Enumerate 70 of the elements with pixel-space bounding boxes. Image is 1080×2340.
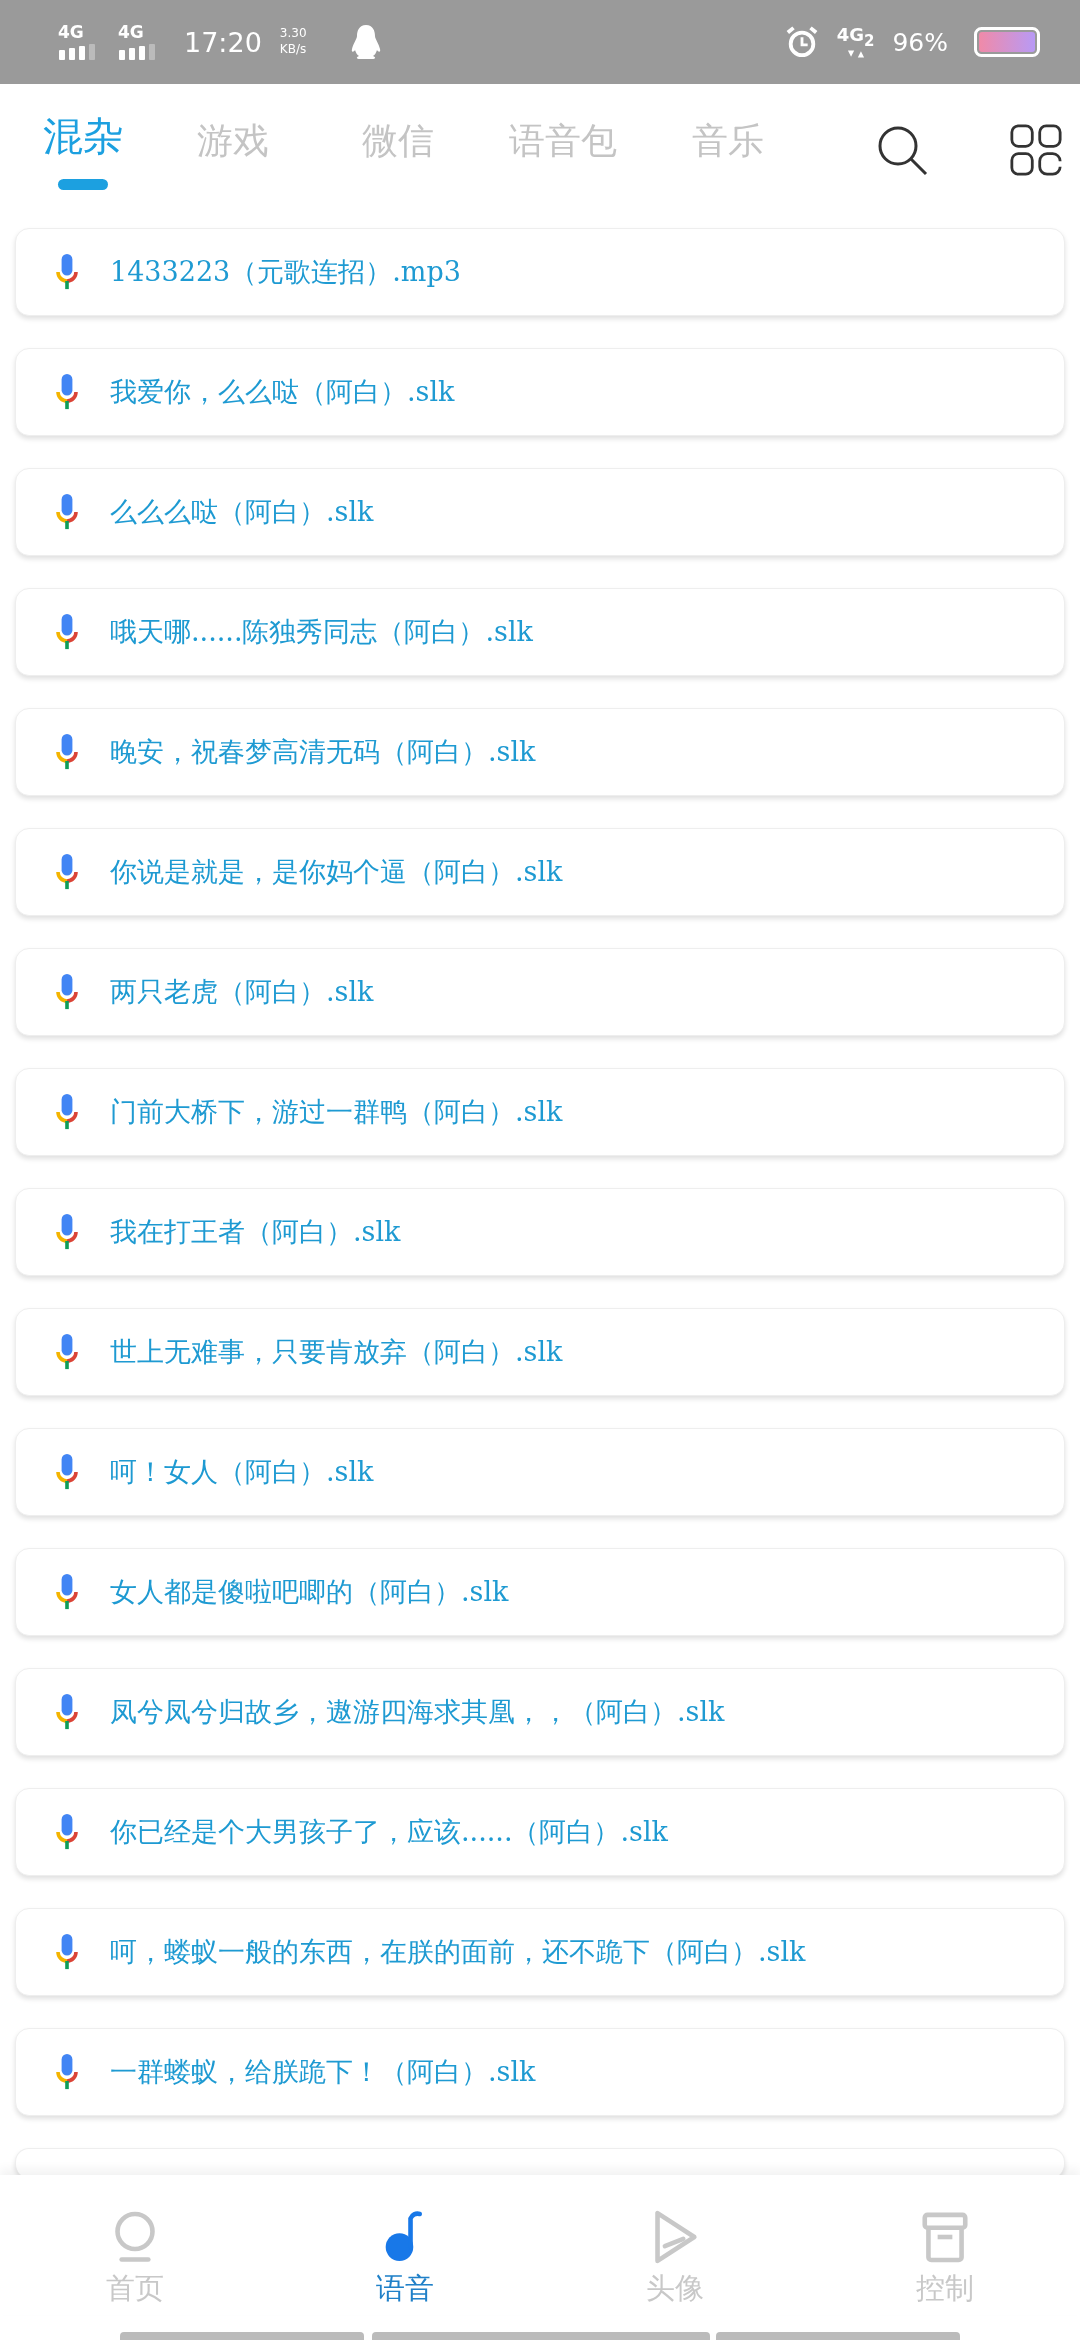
data-arrows-icon (846, 50, 865, 59)
voice-file-item[interactable]: 凤兮凤兮归故乡，遨游四海求其凰，，（阿白）.slk (15, 1668, 1065, 1756)
voice-file-item[interactable]: 你已经是个大男孩子了，应该......（阿白）.slk (15, 1788, 1065, 1876)
microphone-icon (56, 1574, 78, 1610)
category-tab[interactable]: 游戏 (150, 117, 315, 182)
clock: 17:20 (184, 26, 262, 58)
category-tab[interactable]: 音乐 (645, 117, 810, 182)
microphone-icon (56, 974, 78, 1010)
voice-file-item[interactable]: 两只老虎（阿白）.slk (15, 948, 1065, 1036)
voice-file-item[interactable]: 你说是就是，是你妈个逼（阿白）.slk (15, 828, 1065, 916)
microphone-icon (56, 614, 78, 650)
file-name: 呵！女人（阿白）.slk (110, 1455, 374, 1489)
grid-icon (1010, 123, 1062, 176)
voice-file-item[interactable]: 晚安，祝春梦高清无码（阿白）.slk (15, 708, 1065, 796)
microphone-icon (56, 854, 78, 890)
file-name: 凤兮凤兮归故乡，遨游四海求其凰，，（阿白）.slk (110, 1695, 725, 1729)
speed-unit: KB/s (279, 42, 307, 58)
microphone-icon (56, 254, 78, 290)
microphone-icon (56, 1454, 78, 1490)
file-name: 世上无难事，只要肯放弃（阿白）.slk (110, 1335, 563, 1369)
battery-icon (974, 27, 1040, 57)
file-name: 两只老虎（阿白）.slk (110, 975, 374, 1009)
voice-file-item[interactable]: 1433223（元歌连招）.mp3 (15, 228, 1065, 316)
voice-file-item[interactable]: 我爱你，么么哒（阿白）.slk (15, 348, 1065, 436)
microphone-icon (56, 2054, 78, 2090)
voice-file-item[interactable]: 么么么哒（阿白）.slk (15, 468, 1065, 556)
microphone-icon (56, 1334, 78, 1370)
file-name: 门前大桥下，游过一群鸭（阿白）.slk (110, 1095, 563, 1129)
nav-tab[interactable]: 语音 (270, 2175, 540, 2315)
file-name: 女人都是傻啦吧唧的（阿白）.slk (110, 1575, 509, 1609)
speed-value: 3.30 (279, 26, 307, 42)
file-name: 么么么哒（阿白）.slk (110, 495, 374, 529)
battery-percent: 96% (892, 27, 948, 57)
microphone-icon (56, 1814, 78, 1850)
grid-button[interactable] (1010, 123, 1062, 176)
voice-file-item[interactable]: 一群蝼蚁，给朕跪下！（阿白）.slk (15, 2028, 1065, 2116)
file-name: 1433223（元歌连招）.mp3 (110, 255, 461, 289)
voice-file-item[interactable]: 哦天哪......陈独秀同志（阿白）.slk (15, 588, 1065, 676)
microphone-icon (56, 1214, 78, 1250)
voice-file-item[interactable]: 门前大桥下，游过一群鸭（阿白）.slk (15, 1068, 1065, 1156)
voice-file-item[interactable]: 我在打王者（阿白）.slk (15, 1188, 1065, 1276)
file-name: 我在打王者（阿白）.slk (110, 1215, 401, 1249)
category-tab[interactable]: 微信 (315, 117, 480, 182)
file-name: 你已经是个大男孩子了，应该......（阿白）.slk (110, 1815, 668, 1849)
microphone-icon (56, 1094, 78, 1130)
play-icon (652, 2209, 698, 2265)
microphone-icon (56, 1694, 78, 1730)
category-tab[interactable]: 混杂 (15, 109, 150, 190)
file-name: 呵，蝼蚁一般的东西，在朕的面前，还不跪下（阿白）.slk (110, 1935, 806, 1969)
voice-file-item[interactable]: 呵！女人（阿白）.slk (15, 1428, 1065, 1516)
voice-file-item[interactable]: 女人都是傻啦吧唧的（阿白）.slk (15, 1548, 1065, 1636)
penguin-icon (350, 24, 381, 60)
network-label: 4G$_{2}$ (836, 25, 875, 49)
file-name: 你说是就是，是你妈个逼（阿白）.slk (110, 855, 563, 889)
file-name: 哦天哪......陈独秀同志（阿白）.slk (110, 615, 533, 649)
voice-file-item[interactable]: 世上无难事，只要肯放弃（阿白）.slk (15, 1308, 1065, 1396)
file-name: 我爱你，么么哒（阿白）.slk (110, 375, 455, 409)
circle-icon (112, 2209, 158, 2265)
microphone-icon (56, 374, 78, 410)
category-tab[interactable]: 语音包 (480, 117, 645, 182)
network-label: 4G (58, 24, 84, 41)
network-label: 4G (118, 24, 144, 41)
alarm-icon (784, 25, 819, 59)
microphone-icon (56, 734, 78, 770)
tab-indicator (57, 179, 108, 190)
microphone-icon (56, 1934, 78, 1970)
file-name: 晚安，祝春梦高清无码（阿白）.slk (110, 735, 536, 769)
voice-file-item[interactable]: 呵，蝼蚁一般的东西，在朕的面前，还不跪下（阿白）.slk (15, 1908, 1065, 1996)
microphone-icon (56, 494, 78, 530)
file-name: 一群蝼蚁，给朕跪下！（阿白）.slk (110, 2055, 536, 2089)
